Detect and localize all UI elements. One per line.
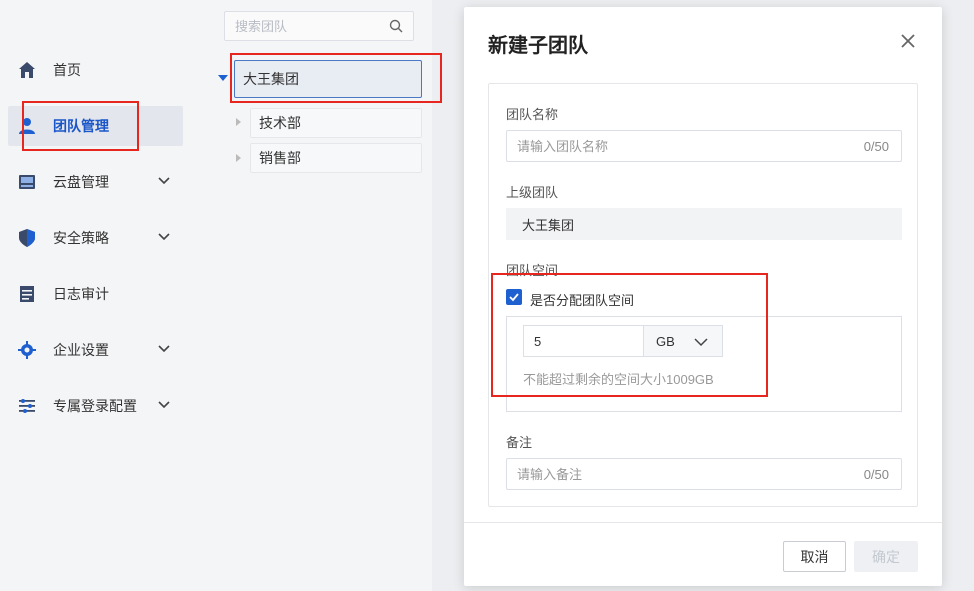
check-icon: [509, 293, 519, 302]
collapse-caret-icon[interactable]: [236, 118, 241, 126]
user-icon: [16, 115, 38, 137]
gear-icon: [16, 339, 38, 361]
space-hint: 不能超过剩余的空间大小1009GB: [523, 372, 714, 387]
remark-counter: 0/50: [863, 466, 889, 482]
search-icon[interactable]: [389, 19, 403, 33]
space-size-field[interactable]: [523, 325, 644, 357]
cancel-button[interactable]: 取消: [783, 541, 846, 572]
tree-node-label: 销售部: [259, 150, 301, 166]
chevron-down-icon: [158, 177, 170, 185]
remark-field[interactable]: 0/50: [506, 458, 902, 490]
allocate-space-label[interactable]: 是否分配团队空间: [530, 290, 634, 309]
team-name-input[interactable]: [507, 131, 864, 161]
sidebar-item-log[interactable]: 日志审计: [8, 274, 183, 314]
team-search-box[interactable]: [224, 11, 414, 41]
dialog-title: 新建子团队: [488, 35, 588, 57]
dialog-form: 团队名称 0/50 上级团队 大王集团 团队空间 是否分配团队空间 GB 不能超…: [488, 83, 918, 507]
log-icon: [16, 283, 38, 305]
chevron-down-icon: [158, 401, 170, 409]
tree-node-root[interactable]: 大王集团: [234, 60, 422, 98]
expand-caret-icon[interactable]: [218, 75, 228, 81]
parent-team-value: 大王集团: [506, 208, 902, 240]
team-name-counter: 0/50: [863, 138, 889, 154]
tree-node-child[interactable]: 技术部: [250, 108, 422, 138]
sidebar-item-settings[interactable]: 企业设置: [8, 330, 183, 370]
team-search-input[interactable]: [225, 12, 395, 40]
sidebar-item-label: 团队管理: [53, 118, 109, 134]
new-subteam-dialog: 新建子团队 团队名称 0/50 上级团队 大王集团 团队空间 是否分配团队空间 …: [464, 7, 942, 586]
chevron-down-icon: [158, 345, 170, 353]
tree-node-label: 技术部: [259, 115, 301, 131]
team-tree-panel: 大王集团 技术部 销售部: [210, 0, 432, 591]
sidebar-item-label: 专属登录配置: [53, 398, 137, 414]
sidebar-item-label: 首页: [53, 62, 81, 78]
collapse-caret-icon[interactable]: [236, 154, 241, 162]
sidebar-item-team[interactable]: 团队管理: [8, 106, 183, 146]
space-size-input[interactable]: [524, 326, 644, 356]
tree-node-child[interactable]: 销售部: [250, 143, 422, 173]
remark-input[interactable]: [507, 459, 864, 489]
sliders-icon: [16, 395, 38, 417]
allocate-space-checkbox[interactable]: [506, 289, 522, 305]
sidebar-item-label: 企业设置: [53, 342, 109, 358]
close-icon[interactable]: [898, 31, 918, 51]
space-unit-select[interactable]: GB: [643, 325, 723, 357]
tree-node-label: 大王集团: [243, 71, 299, 87]
remark-label: 备注: [506, 435, 533, 450]
team-name-label: 团队名称: [506, 107, 559, 122]
space-settings-box: GB 不能超过剩余的空间大小1009GB: [506, 316, 902, 412]
dialog-footer-divider: [464, 522, 942, 523]
space-unit-value: GB: [656, 333, 675, 349]
confirm-button[interactable]: 确定: [854, 541, 918, 572]
disk-icon: [16, 171, 38, 193]
home-icon: [16, 59, 38, 81]
chevron-down-icon: [694, 338, 708, 347]
parent-team-label: 上级团队: [506, 185, 559, 200]
sidebar-item-disk[interactable]: 云盘管理: [8, 162, 183, 202]
sidebar-item-sso[interactable]: 专属登录配置: [8, 386, 183, 426]
sidebar-item-home[interactable]: 首页: [8, 50, 183, 90]
sidebar-item-security[interactable]: 安全策略: [8, 218, 183, 258]
sidebar-item-label: 日志审计: [53, 286, 109, 302]
team-space-label: 团队空间: [506, 263, 559, 278]
sidebar-item-label: 安全策略: [53, 230, 109, 246]
chevron-down-icon: [158, 233, 170, 241]
team-name-field[interactable]: 0/50: [506, 130, 902, 162]
shield-icon: [16, 227, 38, 249]
sidebar-item-label: 云盘管理: [53, 174, 109, 190]
sidebar: 首页 团队管理 云盘管理 安全策略 日志审计 企业设置 专属登录配置: [0, 0, 200, 591]
